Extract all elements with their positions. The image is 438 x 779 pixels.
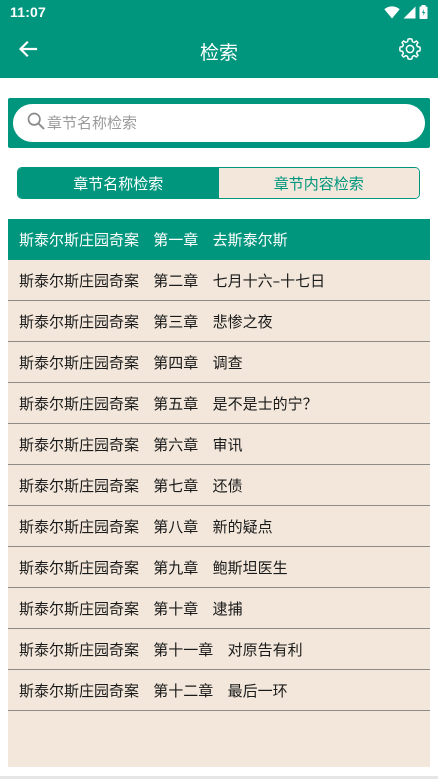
search-mode-toggle: 章节名称检索 章节内容检索 <box>17 167 420 199</box>
app-bar: 检索 <box>0 24 438 78</box>
arrow-left-icon <box>18 39 38 63</box>
list-item[interactable]: 斯泰尔斯庄园奇案 第四章 调查 <box>8 342 430 383</box>
search-box[interactable] <box>13 104 425 142</box>
list-item[interactable]: 斯泰尔斯庄园奇案 第六章 审讯 <box>8 424 430 465</box>
list-item[interactable]: 斯泰尔斯庄园奇案 第二章 七月十六–十七日 <box>8 260 430 301</box>
list-item[interactable]: 斯泰尔斯庄园奇案 第八章 新的疑点 <box>8 506 430 547</box>
search-panel <box>8 98 430 148</box>
list-item[interactable]: 斯泰尔斯庄园奇案 第九章 鲍斯坦医生 <box>8 547 430 588</box>
status-icons <box>384 5 428 19</box>
list-item[interactable]: 斯泰尔斯庄园奇案 第十章 逮捕 <box>8 588 430 629</box>
list-item[interactable]: 斯泰尔斯庄园奇案 第三章 悲惨之夜 <box>8 301 430 342</box>
tab-chapter-content-search[interactable]: 章节内容检索 <box>218 168 419 198</box>
signal-icon <box>403 6 416 19</box>
battery-icon <box>419 5 428 19</box>
wifi-icon <box>384 5 400 19</box>
list-item[interactable]: 斯泰尔斯庄园奇案 第十一章 对原告有利 <box>8 629 430 670</box>
search-icon <box>27 112 45 134</box>
status-time: 11:07 <box>10 4 47 20</box>
list-item[interactable]: 斯泰尔斯庄园奇案 第一章 去斯泰尔斯 <box>8 219 430 260</box>
list-item[interactable]: 斯泰尔斯庄园奇案 第七章 还债 <box>8 465 430 506</box>
list-item[interactable]: 斯泰尔斯庄园奇案 第十二章 最后一环 <box>8 670 430 711</box>
results-list: 斯泰尔斯庄园奇案 第一章 去斯泰尔斯 斯泰尔斯庄园奇案 第二章 七月十六–十七日… <box>8 219 430 767</box>
gear-icon <box>398 37 422 65</box>
settings-button[interactable] <box>396 37 424 65</box>
back-button[interactable] <box>14 37 42 65</box>
status-bar: 11:07 <box>0 0 438 24</box>
list-item[interactable]: 斯泰尔斯庄园奇案 第五章 是不是士的宁？ <box>8 383 430 424</box>
page-title: 检索 <box>199 41 238 64</box>
tab-chapter-title-search[interactable]: 章节名称检索 <box>18 168 219 198</box>
search-input[interactable] <box>45 114 387 132</box>
